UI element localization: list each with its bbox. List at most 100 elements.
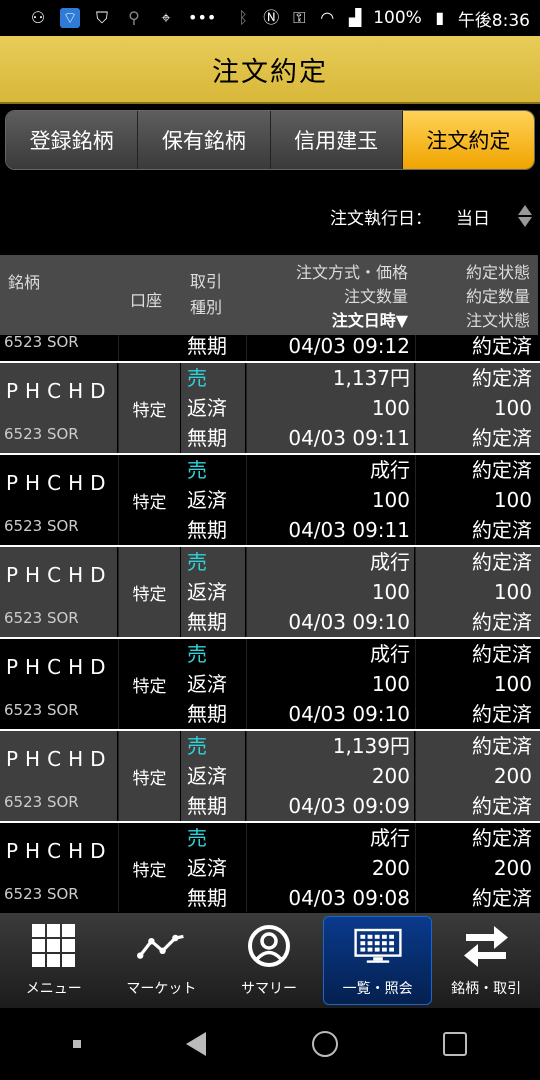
order-price: 成行 bbox=[370, 826, 410, 850]
nav-summary[interactable]: サマリー bbox=[215, 913, 323, 1008]
recent-apps-icon[interactable] bbox=[443, 1032, 468, 1056]
battery-icon: ▮ bbox=[435, 8, 445, 27]
term: 無期 bbox=[187, 886, 227, 910]
account-type: 特定 bbox=[118, 731, 180, 821]
monitor-icon bbox=[353, 924, 402, 968]
trade-kind: 返済 bbox=[187, 764, 227, 788]
key-icon: ⚿ bbox=[293, 8, 306, 27]
date-filter[interactable]: 注文執行日： 当日 bbox=[330, 196, 532, 236]
term: 無期 bbox=[187, 610, 227, 634]
order-datetime: 04/03 09:11 bbox=[288, 518, 410, 542]
stock-code: 6523 SOR bbox=[4, 335, 79, 351]
order-status: 約定済 bbox=[472, 610, 532, 634]
term: 無期 bbox=[187, 335, 227, 358]
filter-label: 注文執行日： bbox=[330, 208, 432, 229]
trade-side: 売 bbox=[187, 550, 207, 574]
header-trade-type[interactable]: 取引 種別 bbox=[190, 269, 222, 321]
tab-orders[interactable]: 注文約定 bbox=[402, 111, 534, 169]
battery-level: 100% bbox=[373, 8, 422, 28]
order-price: 1,139円 bbox=[332, 734, 410, 758]
user-icon bbox=[245, 924, 293, 968]
stock-symbol: PHCHD bbox=[6, 655, 113, 679]
exec-qty: 200 bbox=[493, 764, 532, 788]
nav-list[interactable]: 一覧・照会 bbox=[322, 916, 433, 1005]
order-datetime: 04/03 09:08 bbox=[288, 886, 410, 910]
order-qty: 100 bbox=[371, 672, 410, 696]
order-status: 約定済 bbox=[472, 426, 532, 450]
table-row[interactable]: 6523 SOR 無期 04/03 09:12 約定済 bbox=[0, 335, 540, 363]
wifi-calling-icon: ⌔ bbox=[60, 8, 80, 28]
exec-qty: 200 bbox=[493, 856, 532, 880]
stock-code: 6523 SOR bbox=[4, 609, 79, 627]
bluetooth-icon: ᛒ bbox=[238, 8, 248, 27]
order-datetime: 04/03 09:10 bbox=[288, 702, 410, 726]
stock-code: 6523 SOR bbox=[4, 517, 79, 535]
stock-code: 6523 SOR bbox=[4, 425, 79, 443]
stock-code: 6523 SOR bbox=[4, 793, 79, 811]
nav-market[interactable]: マーケット bbox=[108, 913, 216, 1008]
back-icon[interactable] bbox=[186, 1032, 207, 1056]
order-price: 1,137円 bbox=[332, 366, 410, 390]
header-order-qty: 注文数量 bbox=[343, 287, 408, 306]
header-order-state: 注文状態 bbox=[465, 311, 530, 330]
nav-summary-label: サマリー bbox=[240, 980, 297, 997]
header-symbol[interactable]: 銘柄 bbox=[8, 269, 40, 293]
nav-market-label: マーケット bbox=[126, 980, 197, 997]
tab-registered[interactable]: 登録銘柄 bbox=[6, 111, 139, 169]
exec-status: 約定済 bbox=[472, 458, 532, 482]
table-row[interactable]: PHCHD 6523 SOR 特定 売返済 無期 成行 100 04/03 09:10 … bbox=[0, 639, 540, 731]
trade-kind: 返済 bbox=[187, 488, 227, 512]
nav-trade-label: 銘柄・取引 bbox=[451, 980, 522, 997]
order-qty: 100 bbox=[371, 488, 410, 512]
stock-symbol: PHCHD bbox=[6, 379, 113, 403]
table-row[interactable]: PHCHD 6523 SOR 特定 売返済 無期 1,137円 100 04/03 09… bbox=[0, 363, 540, 455]
clock: 午後8:36 bbox=[457, 10, 530, 31]
arrow-up-icon[interactable] bbox=[518, 205, 532, 215]
order-status: 約定済 bbox=[472, 702, 532, 726]
nav-trade[interactable]: 銘柄・取引 bbox=[432, 913, 540, 1008]
term: 無期 bbox=[187, 794, 227, 818]
swap-icon bbox=[462, 924, 510, 968]
nav-menu-label: メニュー bbox=[25, 980, 82, 997]
header-account[interactable]: 口座 bbox=[130, 287, 162, 311]
header-exec-state: 約定状態 bbox=[465, 263, 530, 282]
table-row[interactable]: PHCHD 6523 SOR 特定 売返済 無期 1,139円 200 04/03 09… bbox=[0, 731, 540, 823]
order-qty: 200 bbox=[371, 764, 410, 788]
page-title: 注文約定 bbox=[212, 56, 328, 88]
nav-menu[interactable]: メニュー bbox=[0, 913, 108, 1008]
table-row[interactable]: PHCHD 6523 SOR 特定 売返済 無期 成行 200 04/03 09:08 … bbox=[0, 823, 540, 912]
table-row[interactable]: PHCHD 6523 SOR 特定 売返済 無期 成行 100 04/03 09:10 … bbox=[0, 547, 540, 639]
header-order-datetime: 注文日時▼ bbox=[331, 311, 408, 330]
order-datetime: 04/03 09:10 bbox=[288, 610, 410, 634]
order-status: 約定済 bbox=[472, 518, 532, 542]
stock-symbol: PHCHD bbox=[6, 747, 113, 771]
order-price: 成行 bbox=[370, 550, 410, 574]
nav-list-label: 一覧・照会 bbox=[342, 980, 413, 997]
table-row[interactable]: PHCHD 6523 SOR 特定 売返済 無期 成行 100 04/03 09:11 … bbox=[0, 455, 540, 547]
order-status: 約定済 bbox=[472, 794, 532, 818]
order-status: 約定済 bbox=[472, 335, 532, 358]
term: 無期 bbox=[187, 518, 227, 542]
tab-holdings[interactable]: 保有銘柄 bbox=[138, 111, 271, 169]
tab-margin[interactable]: 信用建玉 bbox=[270, 111, 403, 169]
title-bar: 注文約定 bbox=[0, 36, 540, 104]
home-icon[interactable] bbox=[311, 1031, 338, 1057]
term: 無期 bbox=[187, 426, 227, 450]
grid-icon bbox=[30, 923, 78, 968]
trade-kind: 返済 bbox=[187, 672, 227, 696]
order-list[interactable]: 6523 SOR 無期 04/03 09:12 約定済 PHCHD 6523 SO… bbox=[0, 335, 540, 912]
dot-icon bbox=[72, 1040, 81, 1048]
exec-status: 約定済 bbox=[472, 826, 532, 850]
bottom-navigation: メニュー マーケット サマリー 一覧・照会 銘柄・取引 bbox=[0, 913, 540, 1008]
spinner-icon[interactable] bbox=[518, 205, 532, 227]
filter-value[interactable]: 当日 bbox=[456, 204, 490, 229]
arrow-down-icon[interactable] bbox=[518, 217, 532, 227]
chart-line-icon bbox=[137, 924, 185, 968]
header-order[interactable]: 注文方式・価格 注文数量 注文日時▼ bbox=[296, 261, 408, 333]
system-navigation bbox=[0, 1008, 540, 1080]
exec-qty: 100 bbox=[493, 580, 532, 604]
trade-side: 売 bbox=[187, 734, 207, 758]
tab-bar: 登録銘柄 保有銘柄 信用建玉 注文約定 bbox=[5, 110, 535, 170]
header-execution[interactable]: 約定状態 約定数量 注文状態 bbox=[466, 261, 530, 333]
account-type: 特定 bbox=[118, 547, 180, 637]
